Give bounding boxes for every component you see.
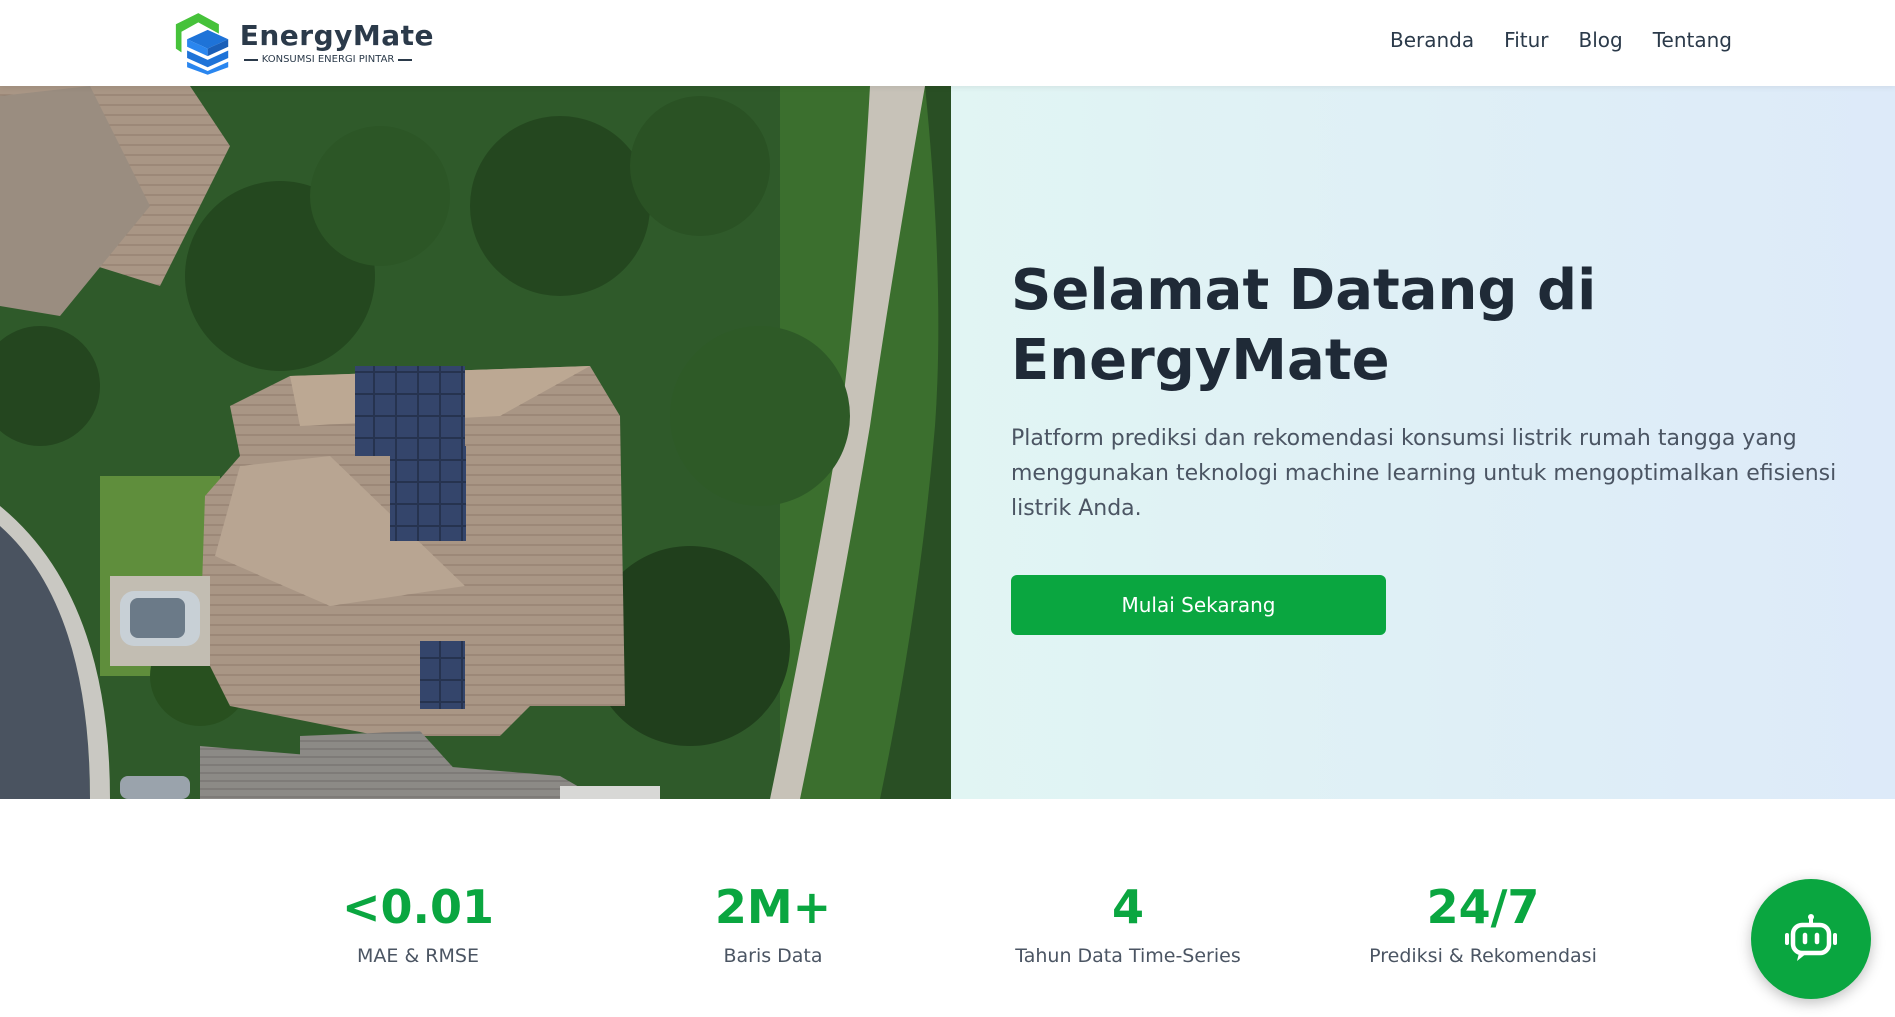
chatbot-button[interactable]	[1751, 879, 1871, 999]
logo[interactable]: EnergyMate KONSUMSI ENERGI PINTAR	[174, 8, 434, 78]
brand-name: EnergyMate	[239, 19, 434, 52]
stat-value: 24/7	[1426, 880, 1540, 934]
brand-tagline: KONSUMSI ENERGI PINTAR	[261, 54, 395, 65]
hero-panel: Selamat Datang di EnergyMate Platform pr…	[951, 86, 1895, 799]
stat-label: Prediksi & Rekomendasi	[1369, 945, 1597, 967]
hero-title: Selamat Datang di EnergyMate	[1011, 258, 1597, 393]
nav-beranda[interactable]: Beranda	[1390, 28, 1474, 52]
nav-blog[interactable]: Blog	[1579, 28, 1623, 52]
stat-value: 2M+	[714, 880, 832, 934]
chatbot-icon	[1785, 914, 1837, 961]
aerial-house-solar-panels-image	[0, 86, 951, 799]
energymate-logo-icon	[175, 13, 229, 75]
stat-item: 2M+ Baris Data	[623, 879, 923, 967]
stat-label: Tahun Data Time-Series	[1015, 945, 1241, 967]
stat-value: <0.01	[341, 880, 495, 934]
stat-value: 4	[1111, 880, 1144, 934]
stat-item: 24/7 Prediksi & Rekomendasi	[1333, 879, 1633, 967]
hero-image	[0, 86, 951, 799]
hero-description: Platform prediksi dan rekomendasi konsum…	[1011, 426, 1837, 521]
mulai-sekarang-button[interactable]: Mulai Sekarang	[1011, 575, 1386, 635]
stat-label: Baris Data	[723, 945, 823, 967]
stats-section: <0.01 MAE & RMSE 2M+ Baris Data 4 Tahun …	[0, 799, 1895, 1017]
main-nav: Beranda Fitur Blog Tentang	[1390, 28, 1732, 52]
site-header: EnergyMate KONSUMSI ENERGI PINTAR Berand…	[0, 0, 1895, 86]
stat-label: MAE & RMSE	[357, 945, 479, 967]
stat-item: <0.01 MAE & RMSE	[268, 879, 568, 967]
nav-tentang[interactable]: Tentang	[1653, 28, 1732, 52]
nav-fitur[interactable]: Fitur	[1504, 28, 1548, 52]
stat-item: 4 Tahun Data Time-Series	[978, 879, 1278, 967]
